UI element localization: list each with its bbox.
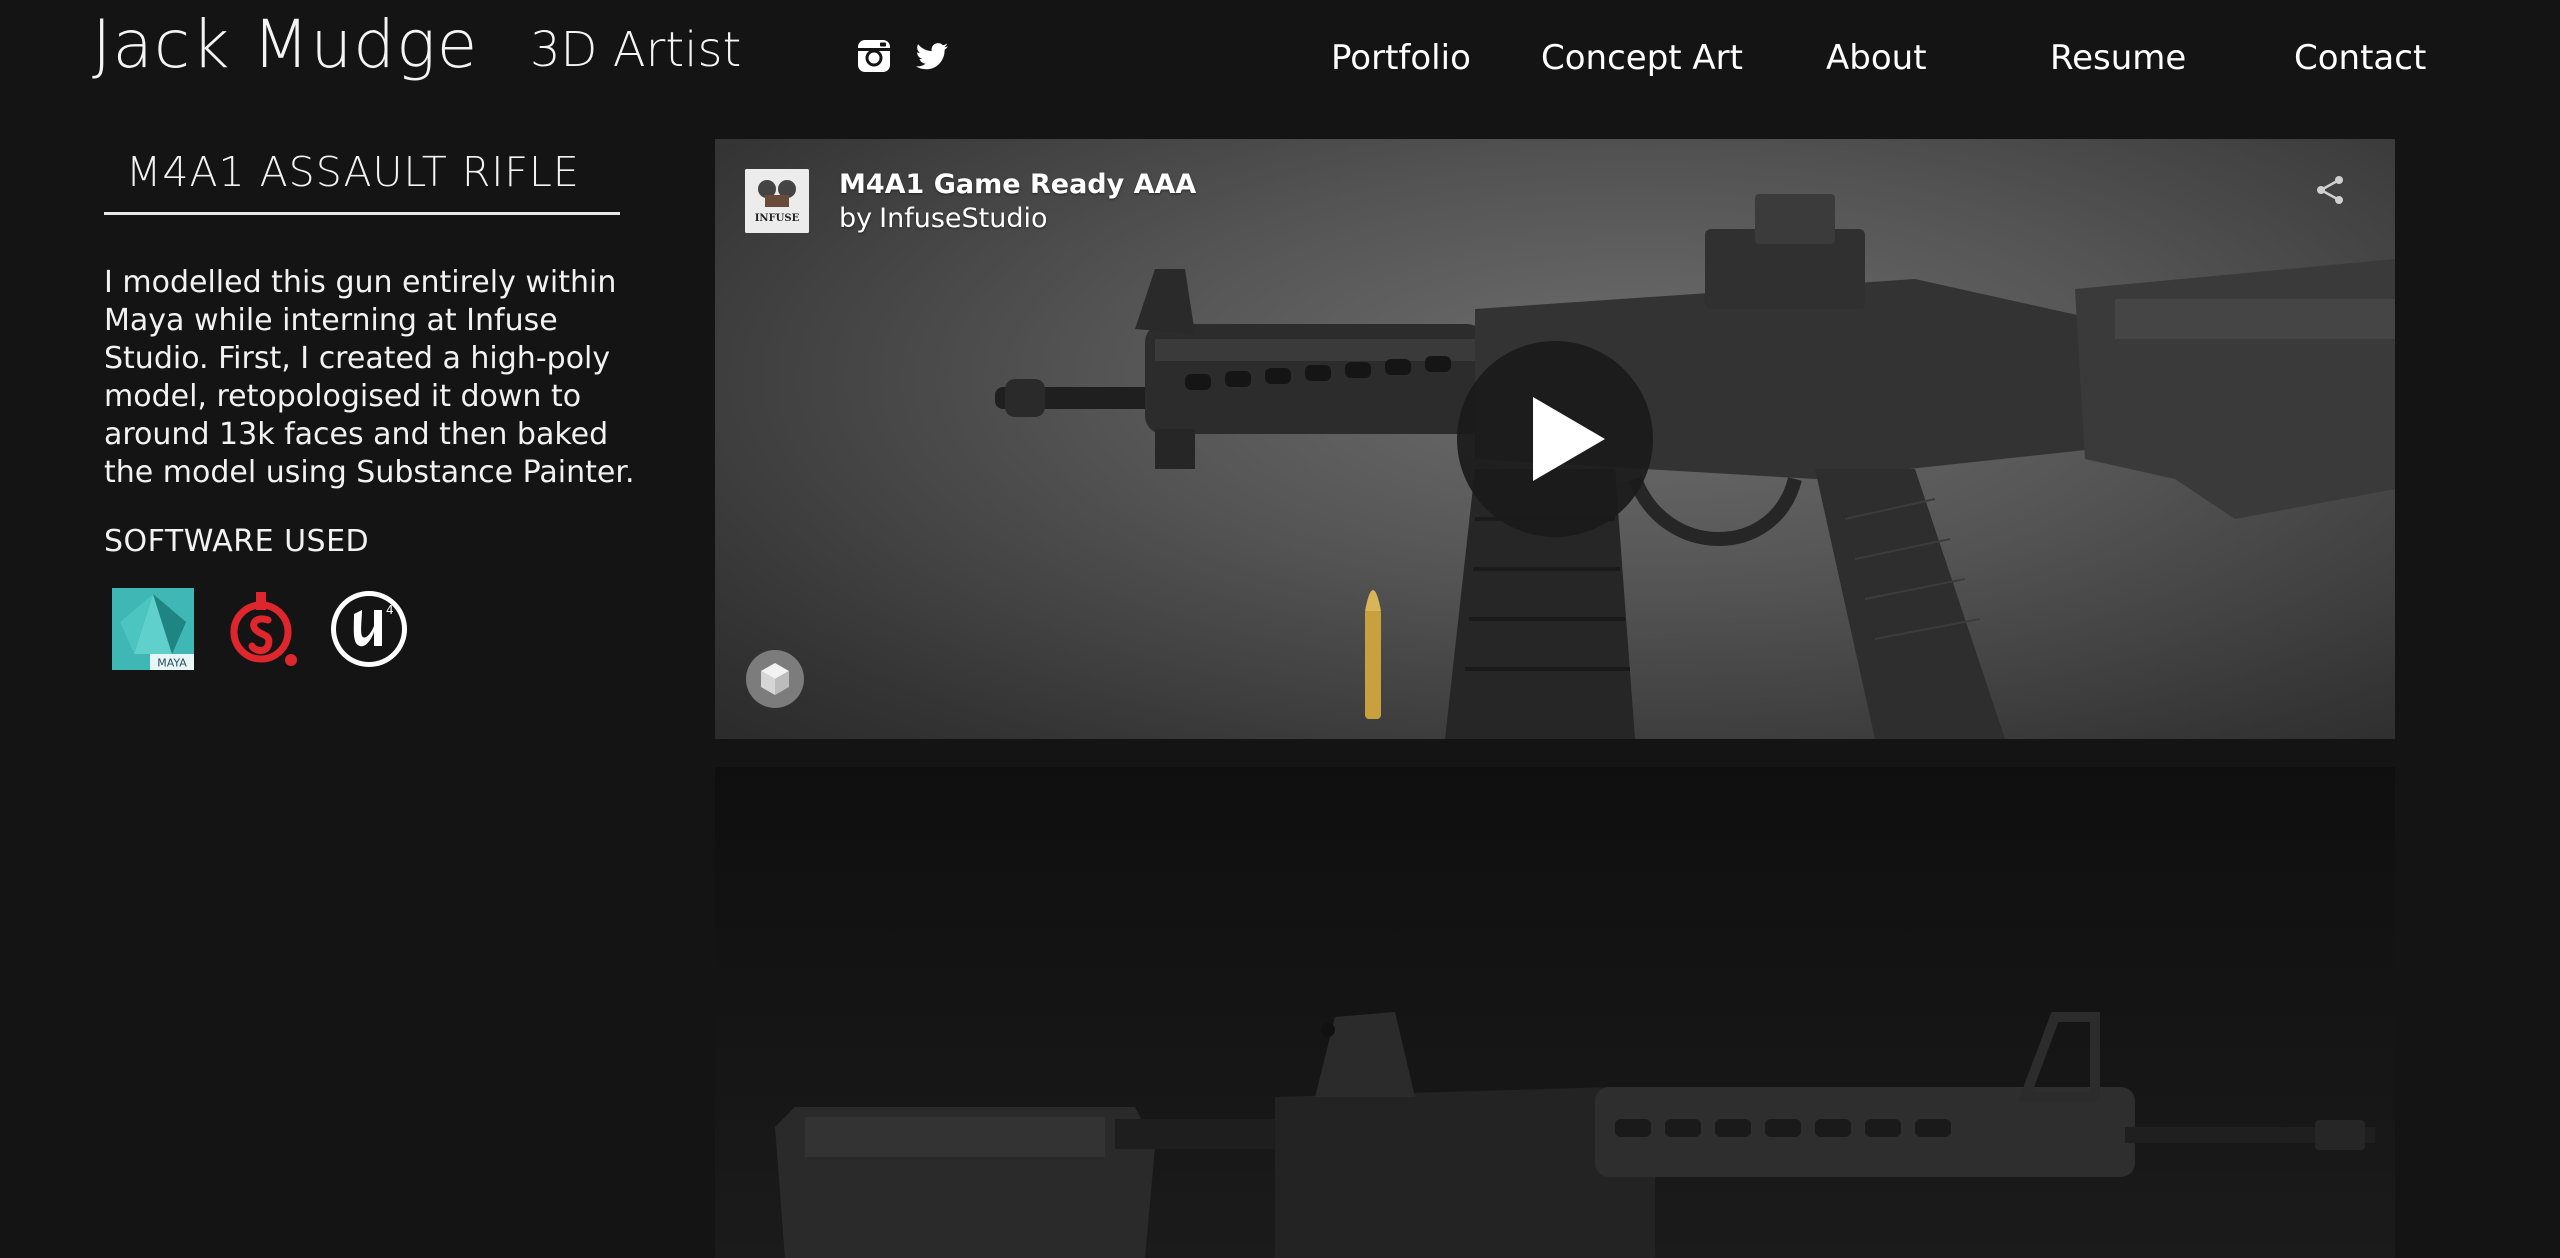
software-heading: SOFTWARE USED	[104, 524, 370, 559]
nav-concept-art[interactable]: Concept Art	[1541, 38, 1743, 78]
title-divider	[104, 212, 620, 215]
unreal-engine-icon: 4	[331, 591, 407, 667]
nav-about[interactable]: About	[1826, 38, 1927, 78]
rifle-render-image	[715, 767, 2395, 1258]
svg-text:4: 4	[386, 603, 394, 617]
main-nav: Portfolio Concept Art About Resume Conta…	[0, 38, 2560, 82]
maya-icon: MAYA	[112, 588, 194, 670]
author-prefix: by	[839, 203, 873, 234]
svg-text:MAYA: MAYA	[157, 657, 187, 670]
svg-text:INFUSE: INFUSE	[755, 213, 800, 224]
3d-cube-icon[interactable]	[745, 649, 805, 709]
share-icon[interactable]	[2313, 173, 2347, 207]
model-title[interactable]: M4A1 Game Ready AAA	[839, 169, 1196, 200]
software-icons: MAYA 4	[112, 588, 410, 670]
nav-resume[interactable]: Resume	[2050, 38, 2186, 78]
project-description: I modelled this gun entirely within Maya…	[104, 265, 635, 490]
model-author[interactable]: by InfuseStudio	[839, 203, 1048, 234]
sketchfab-embed[interactable]: INFUSE M4A1 Game Ready AAA by InfuseStudi…	[715, 139, 2395, 739]
project-title: M4A1 ASSAULT RIFLE	[126, 148, 580, 196]
substance-painter-icon	[230, 592, 297, 666]
rifle-side-view	[775, 1012, 2375, 1258]
site-header: Jack Mudge 3D Artist Portfolio Concept A…	[0, 0, 2560, 110]
play-icon[interactable]	[1455, 339, 1655, 539]
nav-contact[interactable]: Contact	[2294, 38, 2426, 78]
nav-portfolio[interactable]: Portfolio	[1331, 38, 1471, 78]
author-avatar[interactable]: INFUSE	[745, 169, 809, 233]
author-name[interactable]: InfuseStudio	[879, 203, 1047, 234]
